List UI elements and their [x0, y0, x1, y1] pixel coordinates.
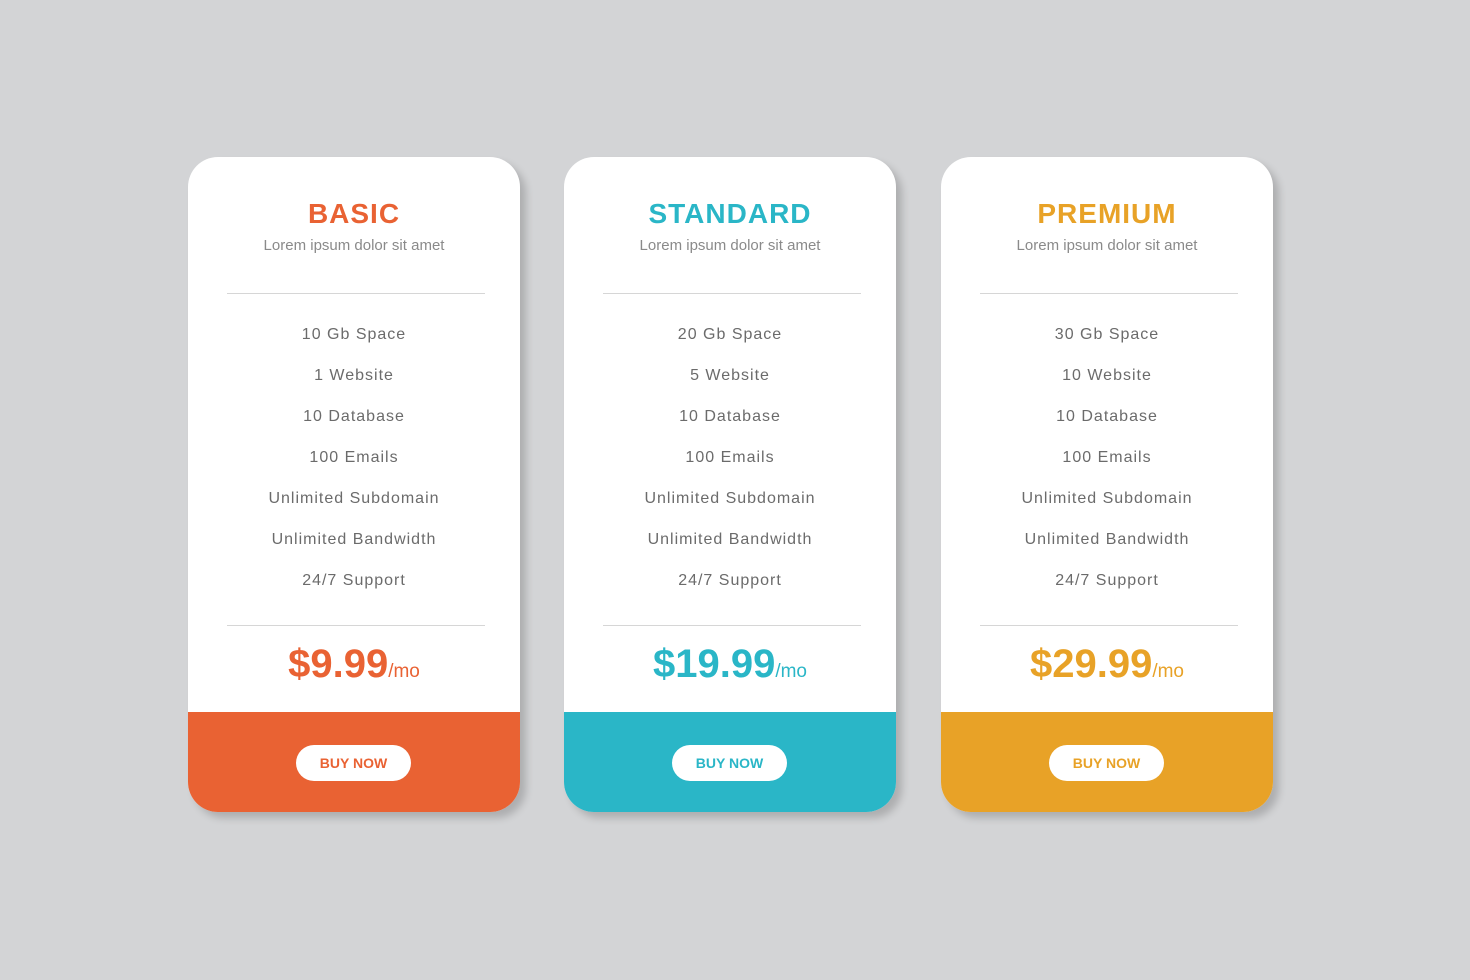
plan-title: PREMIUM — [1037, 198, 1177, 229]
feature-item: 24/7 Support — [678, 572, 782, 589]
buy-now-button[interactable]: BUY NOW — [1049, 745, 1164, 781]
plan-title: BASIC — [307, 198, 401, 229]
price: $19.99/mo — [564, 642, 896, 687]
feature-item: Unlimited Subdomain — [644, 490, 816, 507]
price-period: /mo — [388, 661, 420, 682]
feature-item: 10 Database — [303, 408, 405, 425]
price: $9.99/mo — [188, 642, 520, 687]
buy-now-button[interactable]: BUY NOW — [672, 745, 787, 781]
feature-item: 100 Emails — [685, 449, 775, 466]
feature-list: 10 Gb Space 1 Website 10 Database 100 Em… — [188, 323, 520, 610]
divider — [603, 293, 861, 294]
divider — [227, 625, 485, 626]
divider — [603, 625, 861, 626]
plan-subtitle: Lorem ipsum dolor sit amet — [639, 237, 821, 254]
price-amount: $19.99 — [652, 642, 776, 686]
pricing-card-standard: STANDARD Lorem ipsum dolor sit amet 20 G… — [564, 157, 896, 812]
price-period: /mo — [775, 661, 808, 682]
price-amount: $29.99 — [1029, 642, 1153, 686]
feature-item: 30 Gb Space — [1054, 326, 1160, 343]
feature-item: 10 Database — [1056, 408, 1158, 425]
feature-item: 5 Website — [690, 367, 770, 384]
feature-item: 10 Gb Space — [301, 326, 407, 343]
plan-subtitle: Lorem ipsum dolor sit amet — [1016, 237, 1198, 254]
feature-item: 24/7 Support — [302, 572, 406, 589]
buy-now-button[interactable]: BUY NOW — [296, 745, 411, 781]
feature-item: Unlimited Subdomain — [1021, 490, 1193, 507]
feature-item: 100 Emails — [1062, 449, 1152, 466]
plan-title: STANDARD — [648, 198, 812, 229]
feature-list: 20 Gb Space 5 Website 10 Database 100 Em… — [564, 323, 896, 610]
pricing-card-basic: BASIC Lorem ipsum dolor sit amet 10 Gb S… — [188, 157, 520, 812]
feature-item: Unlimited Subdomain — [268, 490, 440, 507]
feature-item: 10 Website — [1062, 367, 1152, 384]
feature-item: Unlimited Bandwidth — [271, 531, 437, 548]
feature-item: Unlimited Bandwidth — [1024, 531, 1190, 548]
feature-item: 24/7 Support — [1055, 572, 1159, 589]
price-amount: $9.99 — [288, 642, 389, 686]
feature-list: 30 Gb Space 10 Website 10 Database 100 E… — [941, 323, 1273, 610]
plan-subtitle: Lorem ipsum dolor sit amet — [263, 237, 445, 254]
price: $29.99/mo — [941, 642, 1273, 687]
feature-item: 10 Database — [679, 408, 781, 425]
pricing-card-premium: PREMIUM Lorem ipsum dolor sit amet 30 Gb… — [941, 157, 1273, 812]
feature-item: 1 Website — [314, 367, 394, 384]
divider — [980, 293, 1238, 294]
divider — [980, 625, 1238, 626]
feature-item: Unlimited Bandwidth — [647, 531, 813, 548]
divider — [227, 293, 485, 294]
price-period: /mo — [1152, 661, 1185, 682]
feature-item: 100 Emails — [309, 449, 399, 466]
feature-item: 20 Gb Space — [677, 326, 783, 343]
